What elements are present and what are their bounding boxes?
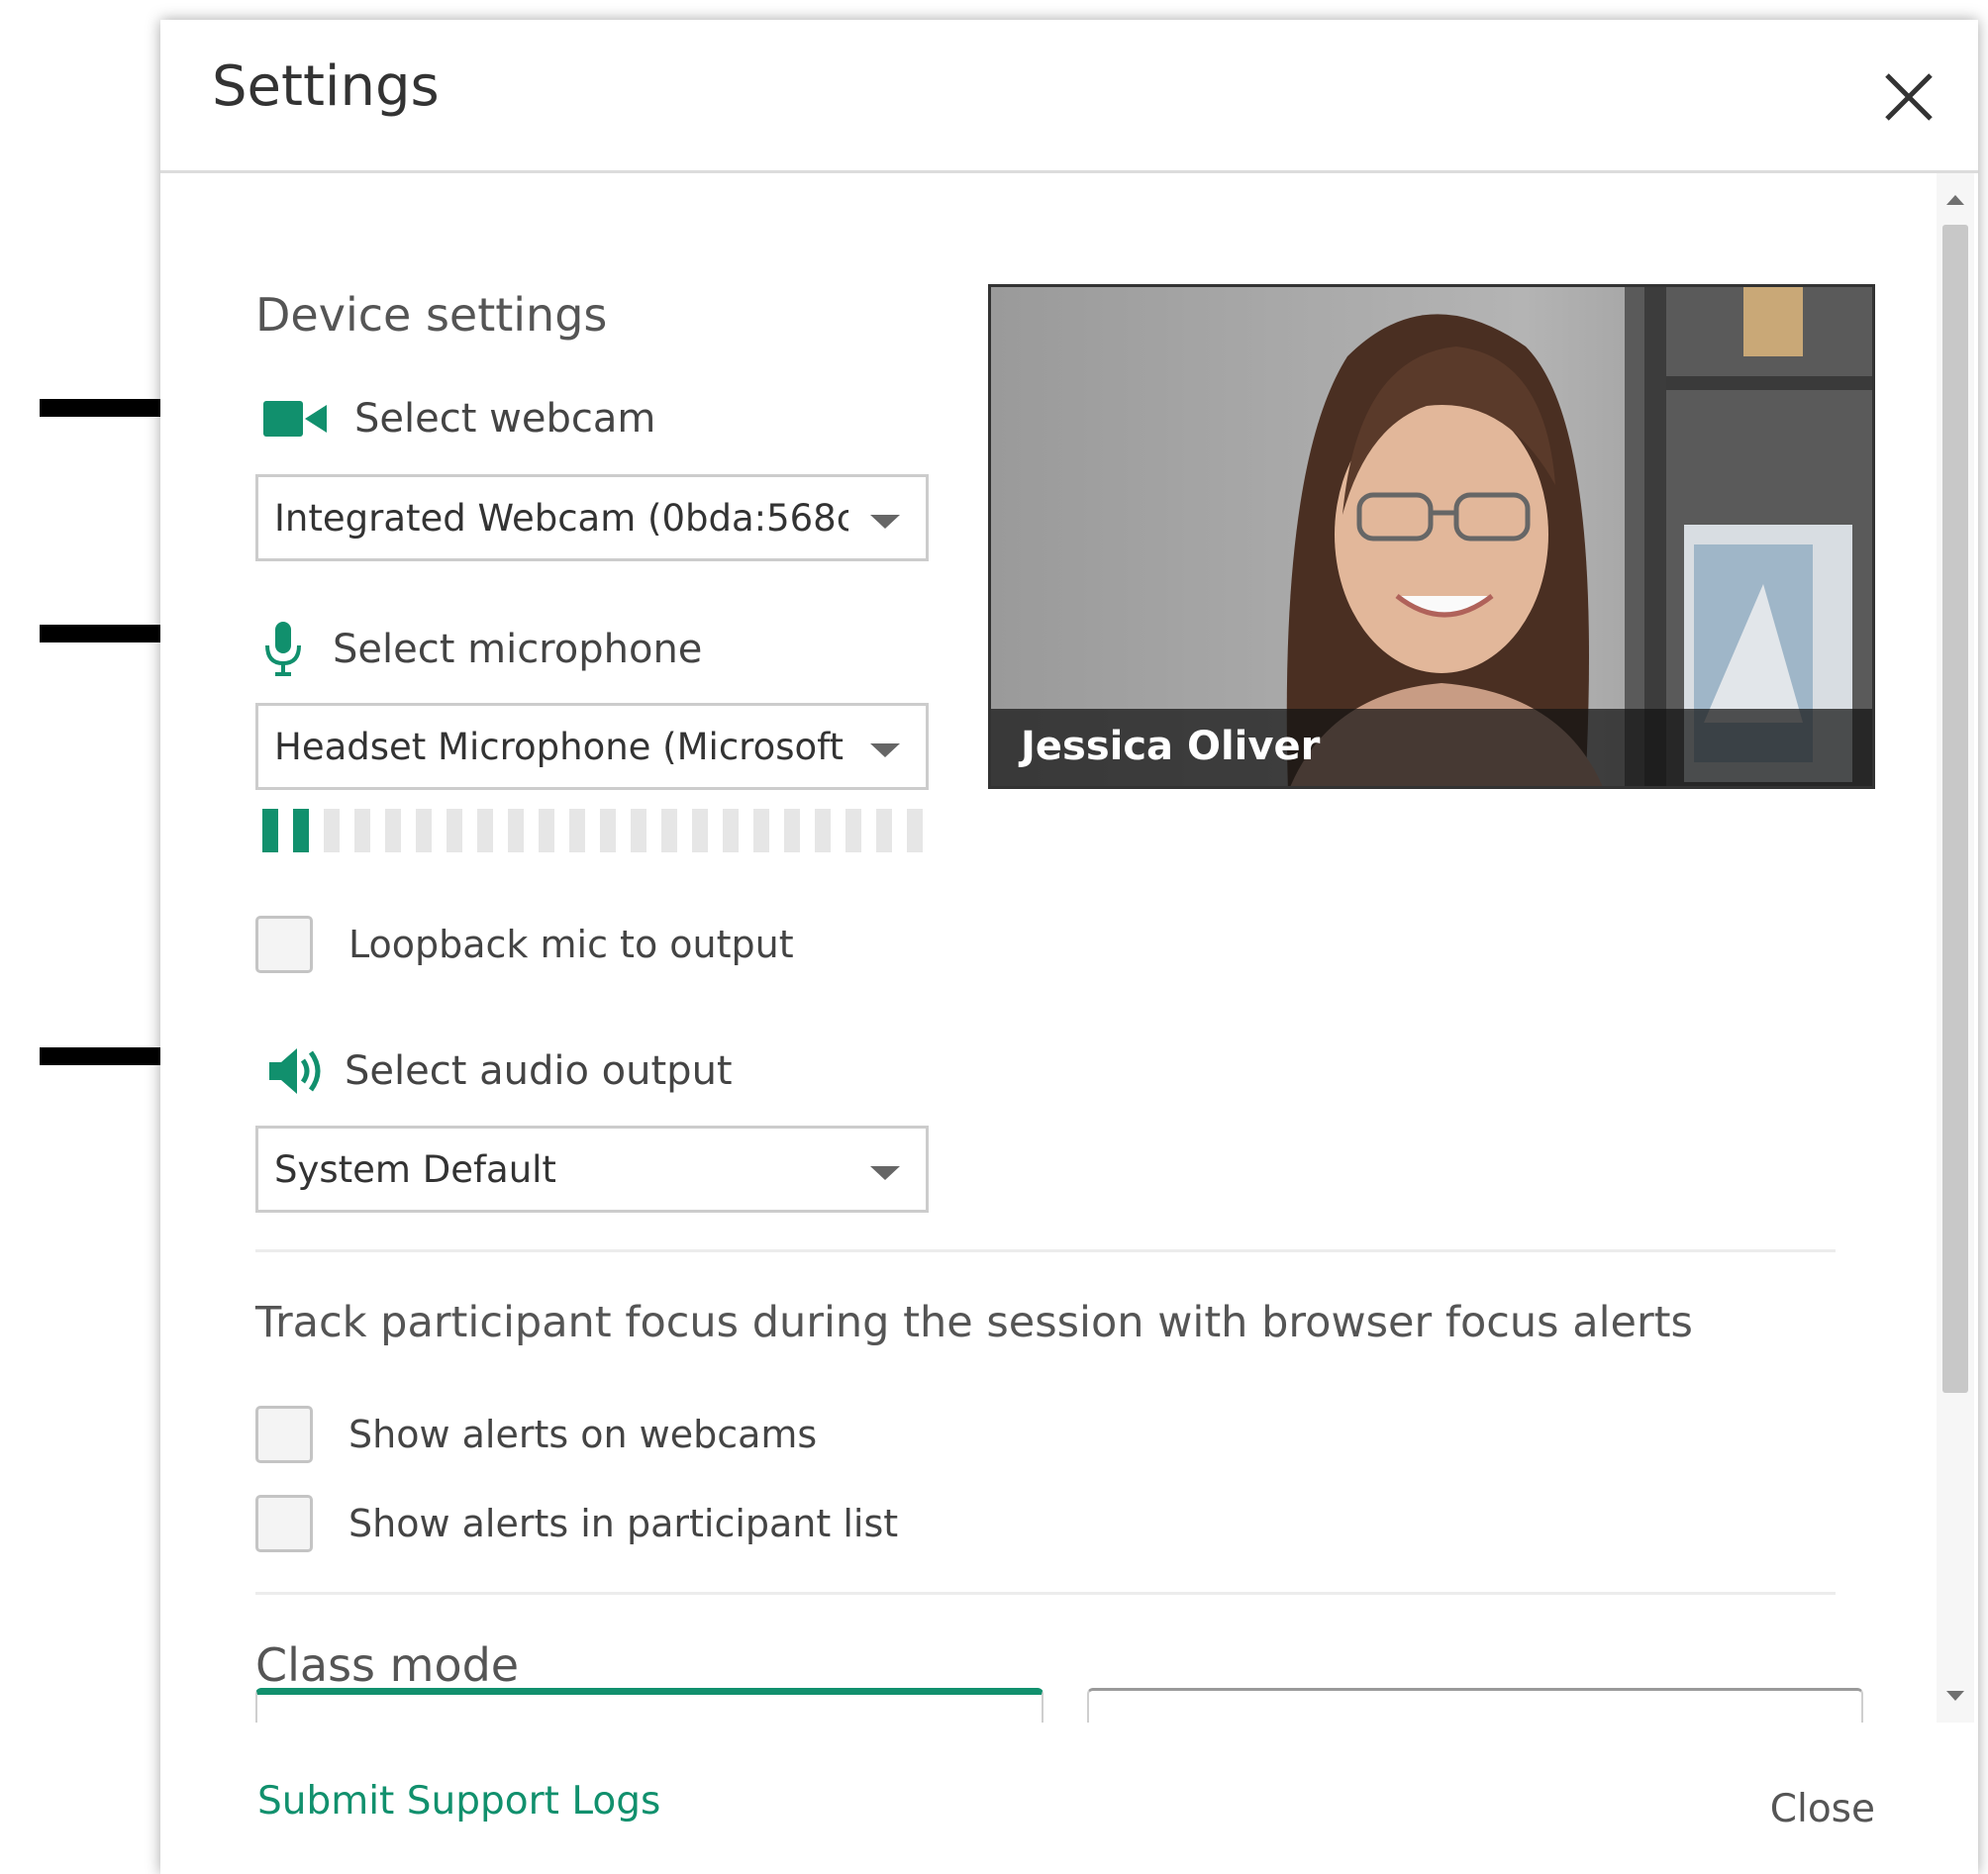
video-camera-icon: [263, 401, 327, 437]
audio-output-label: Select audio output: [345, 1048, 733, 1094]
submit-support-logs-link[interactable]: Submit Support Logs: [257, 1782, 660, 1821]
level-meter-segment: [324, 809, 340, 852]
chevron-down-icon: [870, 743, 900, 757]
audio-output-label-row: Select audio output: [269, 1044, 733, 1098]
chevron-down-icon: [870, 1166, 900, 1180]
level-meter-segment: [293, 809, 309, 852]
level-meter-segment: [784, 809, 800, 852]
alerts-webcams-checkbox[interactable]: [255, 1406, 313, 1463]
close-button[interactable]: Close: [1770, 1790, 1875, 1828]
level-meter-segment: [907, 809, 923, 852]
close-icon[interactable]: [1877, 65, 1940, 129]
settings-dialog: Settings Device settings Select webcam I…: [160, 20, 1978, 1874]
level-meter-segment: [692, 809, 708, 852]
webcam-select[interactable]: Integrated Webcam (0bda:568c): [255, 474, 929, 561]
class-mode-title: Class mode: [255, 1638, 520, 1692]
loopback-checkbox[interactable]: [255, 916, 313, 973]
level-meter-segment: [539, 809, 554, 852]
section-divider: [255, 1249, 1836, 1252]
loopback-label: Loopback mic to output: [348, 923, 794, 966]
webcam-label-row: Select webcam: [263, 399, 655, 439]
level-meter-segment: [508, 809, 524, 852]
speaker-icon: [269, 1048, 321, 1094]
webcam-select-value: Integrated Webcam (0bda:568c): [274, 499, 848, 540]
alerts-webcams-label: Show alerts on webcams: [348, 1413, 818, 1456]
level-meter-segment: [753, 809, 769, 852]
device-settings-title: Device settings: [255, 288, 608, 342]
level-meter-segment: [477, 809, 493, 852]
webcam-preview: Jessica Oliver: [988, 284, 1875, 789]
audio-output-select[interactable]: System Default: [255, 1126, 929, 1213]
audio-output-select-value: System Default: [274, 1150, 556, 1191]
level-meter-segment: [354, 809, 370, 852]
scroll-thumb[interactable]: [1942, 225, 1968, 1393]
level-meter-segment: [262, 809, 278, 852]
class-mode-option-selected[interactable]: [255, 1688, 1044, 1723]
level-meter-segment: [661, 809, 677, 852]
chevron-down-icon: [870, 515, 900, 529]
level-meter-segment: [845, 809, 861, 852]
level-meter-segment: [723, 809, 739, 852]
scrollbar[interactable]: [1937, 173, 1974, 1723]
section-divider: [255, 1592, 1836, 1595]
dialog-title: Settings: [212, 54, 440, 119]
microphone-label: Select microphone: [333, 627, 703, 672]
microphone-select[interactable]: Headset Microphone (Microsoft: [255, 703, 929, 790]
microphone-level-meter: [262, 809, 923, 852]
level-meter-segment: [600, 809, 616, 852]
level-meter-segment: [385, 809, 401, 852]
webcam-label: Select webcam: [354, 396, 656, 442]
level-meter-segment: [876, 809, 892, 852]
alerts-participant-list-label: Show alerts in participant list: [348, 1502, 899, 1545]
scroll-up-icon[interactable]: [1946, 195, 1964, 205]
preview-name-bar: Jessica Oliver: [991, 709, 1872, 786]
microphone-label-row: Select microphone: [263, 622, 702, 677]
level-meter-segment: [569, 809, 585, 852]
preview-participant-name: Jessica Oliver: [1021, 724, 1321, 769]
level-meter-segment: [416, 809, 432, 852]
level-meter-segment: [631, 809, 646, 852]
level-meter-segment: [447, 809, 462, 852]
dialog-footer: Submit Support Logs Close: [160, 1723, 1978, 1874]
scroll-down-icon[interactable]: [1946, 1691, 1964, 1701]
microphone-select-value: Headset Microphone (Microsoft: [274, 728, 844, 768]
alerts-participant-list-checkbox[interactable]: [255, 1495, 313, 1552]
microphone-icon: [265, 622, 301, 676]
dialog-body: Device settings Select webcam Integrated…: [160, 173, 1978, 1723]
class-mode-option[interactable]: [1087, 1688, 1863, 1723]
dialog-header: Settings: [160, 20, 1978, 173]
level-meter-segment: [815, 809, 831, 852]
focus-alerts-title: Track participant focus during the sessi…: [255, 1298, 1693, 1347]
